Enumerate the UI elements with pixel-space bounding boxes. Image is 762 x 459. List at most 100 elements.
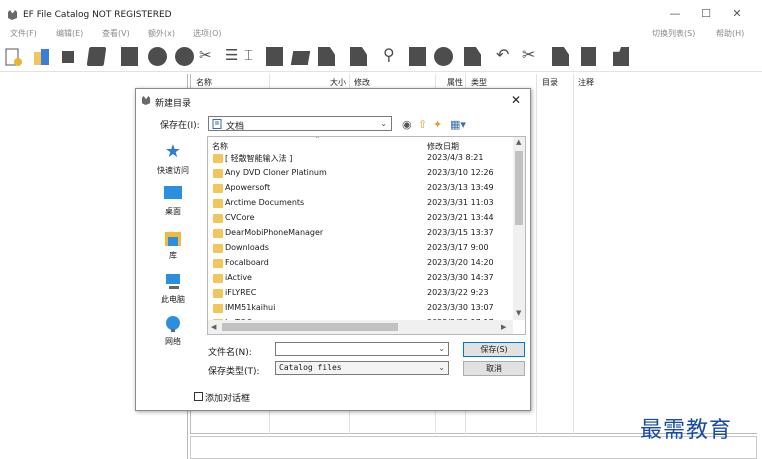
horizontal-scrollbar[interactable]: ◀ ▶ <box>208 320 513 334</box>
file-row[interactable]: iFLYREC 2023/3/22 9:23 <box>208 286 508 301</box>
new-catalog-icon[interactable] <box>5 48 23 67</box>
dialog-close-button[interactable]: ✕ <box>511 93 521 107</box>
file-name: Apowersoft <box>225 183 271 192</box>
save-in-label: 保存在(I): <box>160 121 200 131</box>
file-row[interactable]: Downloads 2023/3/17 9:00 <box>208 241 508 256</box>
chevron-down-icon[interactable]: ⌄ <box>438 363 445 372</box>
toolbar-save-icon[interactable] <box>121 47 138 66</box>
toolbar-archive-icon[interactable] <box>613 47 629 66</box>
place-desktop[interactable]: 桌面 <box>142 185 204 216</box>
toolbar-tools-icon[interactable]: ✂ <box>199 46 212 64</box>
folder-icon <box>213 154 223 163</box>
maximize-button[interactable]: ☐ <box>699 7 713 21</box>
save-in-dropdown[interactable]: 文档 ⌄ <box>208 116 392 132</box>
menu-extra[interactable]: 额外(x) <box>148 28 175 39</box>
minimize-button[interactable]: — <box>668 7 682 21</box>
toolbar-paste-icon[interactable] <box>552 47 569 66</box>
places-bar: ★ 快速访问 桌面 库 此电脑 网络 <box>142 137 204 352</box>
column-name[interactable]: 名称 <box>196 77 212 88</box>
toolbar-doc-icon[interactable] <box>409 47 426 66</box>
file-row[interactable]: Focalboard 2023/3/20 14:20 <box>208 256 508 271</box>
toolbar-file-find-icon[interactable] <box>350 47 367 66</box>
file-date: 2023/3/31 11:03 <box>427 198 494 207</box>
up-folder-icon[interactable]: ⇧ <box>418 118 427 131</box>
menu-file[interactable]: 文件(F) <box>10 28 37 39</box>
toolbar-search-icon[interactable]: ⚲ <box>383 45 395 64</box>
toolbar-page-icon[interactable] <box>464 47 481 66</box>
menu-view[interactable]: 查看(V) <box>102 28 130 39</box>
toolbar-undo-icon[interactable]: ↶ <box>496 45 509 64</box>
menu-help[interactable]: 帮助(H) <box>716 28 744 39</box>
column-divider <box>573 74 574 434</box>
toolbar-circle-icon[interactable] <box>434 47 453 66</box>
file-name: Downloads <box>225 243 269 252</box>
library-icon <box>165 232 181 246</box>
file-row[interactable]: DearMobiPhoneManager 2023/3/15 13:37 <box>208 226 508 241</box>
file-row[interactable]: IMM51kaihui 2023/3/30 13:07 <box>208 301 508 316</box>
new-folder-icon[interactable]: ✦ <box>433 118 442 131</box>
file-row[interactable]: Arctime Documents 2023/3/31 11:03 <box>208 196 508 211</box>
network-icon <box>166 316 180 332</box>
close-button[interactable]: ✕ <box>730 7 744 21</box>
toolbar-clipboard-icon[interactable] <box>581 47 596 66</box>
cancel-button[interactable]: 取消 <box>463 361 525 376</box>
file-row[interactable]: Apowersoft 2023/3/13 13:49 <box>208 181 508 196</box>
file-date: 2023/3/30 14:37 <box>427 273 494 282</box>
file-row[interactable]: CVCore 2023/3/21 13:44 <box>208 211 508 226</box>
column-directory[interactable]: 目录 <box>542 77 558 88</box>
folder-icon <box>213 274 223 283</box>
toolbar-text-cursor-icon[interactable]: ⌶ <box>244 46 253 64</box>
place-network[interactable]: 网络 <box>142 315 204 346</box>
dialog-logo-icon <box>141 96 151 105</box>
scroll-right-icon[interactable]: ▶ <box>501 323 506 331</box>
open-catalog-icon[interactable] <box>33 48 51 67</box>
sort-up-icon: ⌃ <box>314 136 321 144</box>
save-button[interactable]: 保存(S) <box>463 342 525 357</box>
column-size[interactable]: 大小 <box>330 77 346 88</box>
file-date: 2023/3/13 13:49 <box>427 183 494 192</box>
back-icon[interactable]: ◉ <box>402 118 412 131</box>
toolbar-tag-icon[interactable] <box>290 51 311 65</box>
place-this-pc[interactable]: 此电脑 <box>142 273 204 304</box>
new-catalog-dialog: 新建目录 ✕ 保存在(I): 文档 ⌄ ◉ ⇧ ✦ ▦▾ ★ 快速访问 桌面 库… <box>135 88 531 411</box>
place-quick-access[interactable]: ★ 快速访问 <box>142 141 204 175</box>
file-list[interactable]: 名称 修改日期 ⌃ [ 轻散智能输入法 ] 2023/4/3 8:21 Any DV… <box>207 136 526 335</box>
dialog-title: 新建目录 <box>155 99 192 109</box>
toolbar-cut-icon[interactable]: ✂ <box>522 45 535 64</box>
column-attributes[interactable]: 属性 <box>447 77 463 88</box>
file-date: 2023/3/20 14:20 <box>427 258 494 267</box>
add-dialog-checkbox[interactable] <box>194 392 203 401</box>
toolbar-square-icon[interactable] <box>62 51 74 63</box>
filename-input[interactable]: ⌄ <box>275 342 449 356</box>
scroll-up-icon[interactable]: ▲ <box>516 138 521 146</box>
place-library[interactable]: 库 <box>142 229 204 260</box>
toolbar-folder-icon[interactable] <box>266 47 283 66</box>
folder-icon <box>213 304 223 313</box>
column-modified[interactable]: 修改 <box>354 77 370 88</box>
chevron-down-icon[interactable]: ⌄ <box>438 344 445 353</box>
menu-edit[interactable]: 编辑(E) <box>56 28 83 39</box>
scroll-down-icon[interactable]: ▼ <box>516 309 521 317</box>
filetype-select[interactable]: Catalog files ⌄ <box>275 361 449 375</box>
file-row[interactable]: Any DVD Cloner Platinum 2023/3/10 12:26 <box>208 166 508 181</box>
column-type[interactable]: 类型 <box>471 77 487 88</box>
toolbar-list-icon[interactable]: ☰ <box>225 46 238 64</box>
view-menu-icon[interactable]: ▦▾ <box>450 118 466 131</box>
menu-toggle-list[interactable]: 切换列表(S) <box>652 28 695 39</box>
file-name: iFLYREC <box>225 288 257 297</box>
horizontal-scroll-thumb[interactable] <box>222 323 398 331</box>
file-date: 2023/3/17 9:00 <box>427 243 489 252</box>
vertical-scrollbar[interactable]: ▲ ▼ <box>513 137 525 320</box>
folder-icon <box>213 259 223 268</box>
toolbar-disc-icon[interactable] <box>148 47 167 66</box>
menu-options[interactable]: 选项(O) <box>193 28 222 39</box>
column-comment[interactable]: 注释 <box>578 77 594 88</box>
scroll-left-icon[interactable]: ◀ <box>211 323 216 331</box>
file-name: [ 轻散智能输入法 ] <box>225 154 293 163</box>
toolbar-file-icon[interactable] <box>318 47 335 66</box>
file-row[interactable]: iActive 2023/3/30 14:37 <box>208 271 508 286</box>
toolbar-cd-icon[interactable] <box>175 47 194 66</box>
toolbar-copy-icon[interactable] <box>86 47 107 66</box>
file-row[interactable]: [ 轻散智能输入法 ] 2023/4/3 8:21 <box>208 151 508 166</box>
vertical-scroll-thumb[interactable] <box>515 151 523 225</box>
